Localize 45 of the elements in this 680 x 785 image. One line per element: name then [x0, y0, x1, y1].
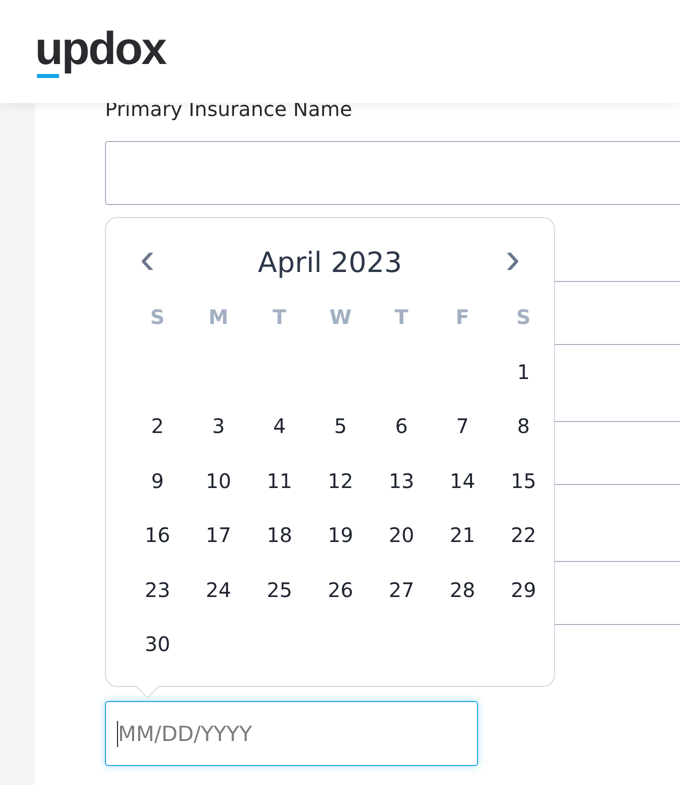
day-button[interactable]: 3 — [208, 410, 229, 442]
day-button[interactable]: 13 — [384, 464, 418, 497]
day-button[interactable]: 22 — [506, 519, 540, 552]
weekday-label: T — [272, 304, 286, 332]
day-button[interactable]: 12 — [324, 464, 358, 497]
text-caret — [117, 721, 118, 747]
day-button[interactable]: 10 — [202, 464, 236, 497]
day-button[interactable]: 1 — [513, 356, 534, 388]
day-button[interactable]: 6 — [391, 410, 412, 442]
date-field[interactable]: MM/DD/YYYY — [105, 701, 478, 766]
next-month-button[interactable]: › — [501, 237, 524, 281]
day-button[interactable]: 15 — [506, 464, 540, 497]
input-field[interactable] — [105, 141, 680, 205]
day-button[interactable]: 28 — [446, 574, 480, 606]
day-button[interactable]: 25 — [262, 574, 296, 606]
weekday-label: F — [456, 304, 470, 332]
day-button[interactable]: 21 — [446, 519, 480, 552]
day-button[interactable]: 11 — [262, 464, 296, 497]
day-button[interactable]: 19 — [324, 519, 358, 552]
weekday-label: M — [208, 304, 228, 332]
weekday-label: S — [516, 304, 531, 332]
day-button[interactable]: 24 — [202, 574, 236, 606]
day-button[interactable]: 16 — [140, 519, 174, 552]
day-button[interactable]: 14 — [446, 464, 480, 497]
day-button[interactable]: 8 — [513, 410, 534, 442]
logo-underline — [37, 74, 59, 78]
day-button[interactable]: 29 — [506, 574, 540, 606]
day-button[interactable]: 4 — [269, 410, 290, 442]
day-button[interactable]: 2 — [147, 410, 168, 442]
day-button[interactable]: 9 — [147, 464, 168, 497]
weekday-label: W — [329, 304, 352, 332]
day-button[interactable]: 20 — [384, 519, 418, 552]
weekday-label: S — [150, 304, 165, 332]
day-button[interactable]: 27 — [384, 574, 418, 606]
day-button[interactable]: 26 — [324, 574, 358, 606]
field-label: Primary Insurance Name — [105, 101, 354, 123]
day-button[interactable]: 17 — [202, 519, 236, 552]
month-title: April 2023 — [258, 246, 402, 278]
day-button[interactable]: 5 — [330, 410, 351, 442]
weekday-label: T — [394, 304, 408, 332]
previous-month-button[interactable]: ‹ — [136, 237, 159, 281]
day-button[interactable]: 23 — [140, 574, 174, 606]
day-button[interactable]: 7 — [452, 410, 473, 442]
day-button[interactable]: 18 — [262, 519, 296, 552]
day-button[interactable]: 30 — [140, 628, 174, 660]
